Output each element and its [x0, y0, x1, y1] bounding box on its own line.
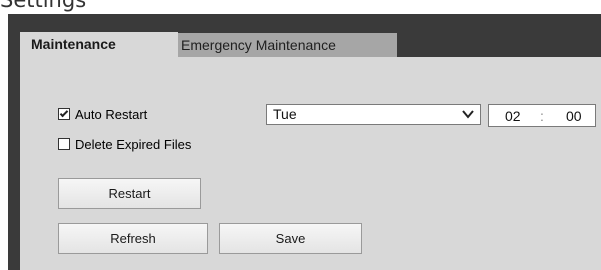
restart-minute[interactable]: 00	[566, 108, 582, 124]
time-separator: :	[540, 108, 544, 124]
refresh-button[interactable]: Refresh	[58, 223, 208, 254]
delete-expired-files-checkbox[interactable]	[58, 138, 70, 150]
restart-time-input[interactable]: 02 : 00	[488, 104, 596, 127]
checkmark-icon	[59, 108, 69, 118]
restart-hour[interactable]: 02	[505, 108, 521, 124]
chevron-down-icon	[462, 110, 474, 119]
restart-day-value: Tue	[273, 106, 297, 122]
restart-button[interactable]: Restart	[58, 178, 201, 209]
auto-restart-label: Auto Restart	[75, 107, 148, 122]
settings-panel: Maintenance Emergency Maintenance Auto R…	[8, 14, 601, 270]
maintenance-content: Auto Restart Tue 02 : 00 Delete Expired …	[20, 57, 601, 270]
tab-emergency-maintenance[interactable]: Emergency Maintenance	[178, 33, 397, 57]
auto-restart-checkbox[interactable]	[58, 108, 70, 120]
page-heading: Settings	[0, 0, 87, 12]
save-button[interactable]: Save	[219, 223, 362, 254]
restart-day-select[interactable]: Tue	[266, 104, 481, 125]
delete-expired-files-label: Delete Expired Files	[75, 137, 192, 152]
tab-maintenance[interactable]: Maintenance	[20, 32, 178, 57]
